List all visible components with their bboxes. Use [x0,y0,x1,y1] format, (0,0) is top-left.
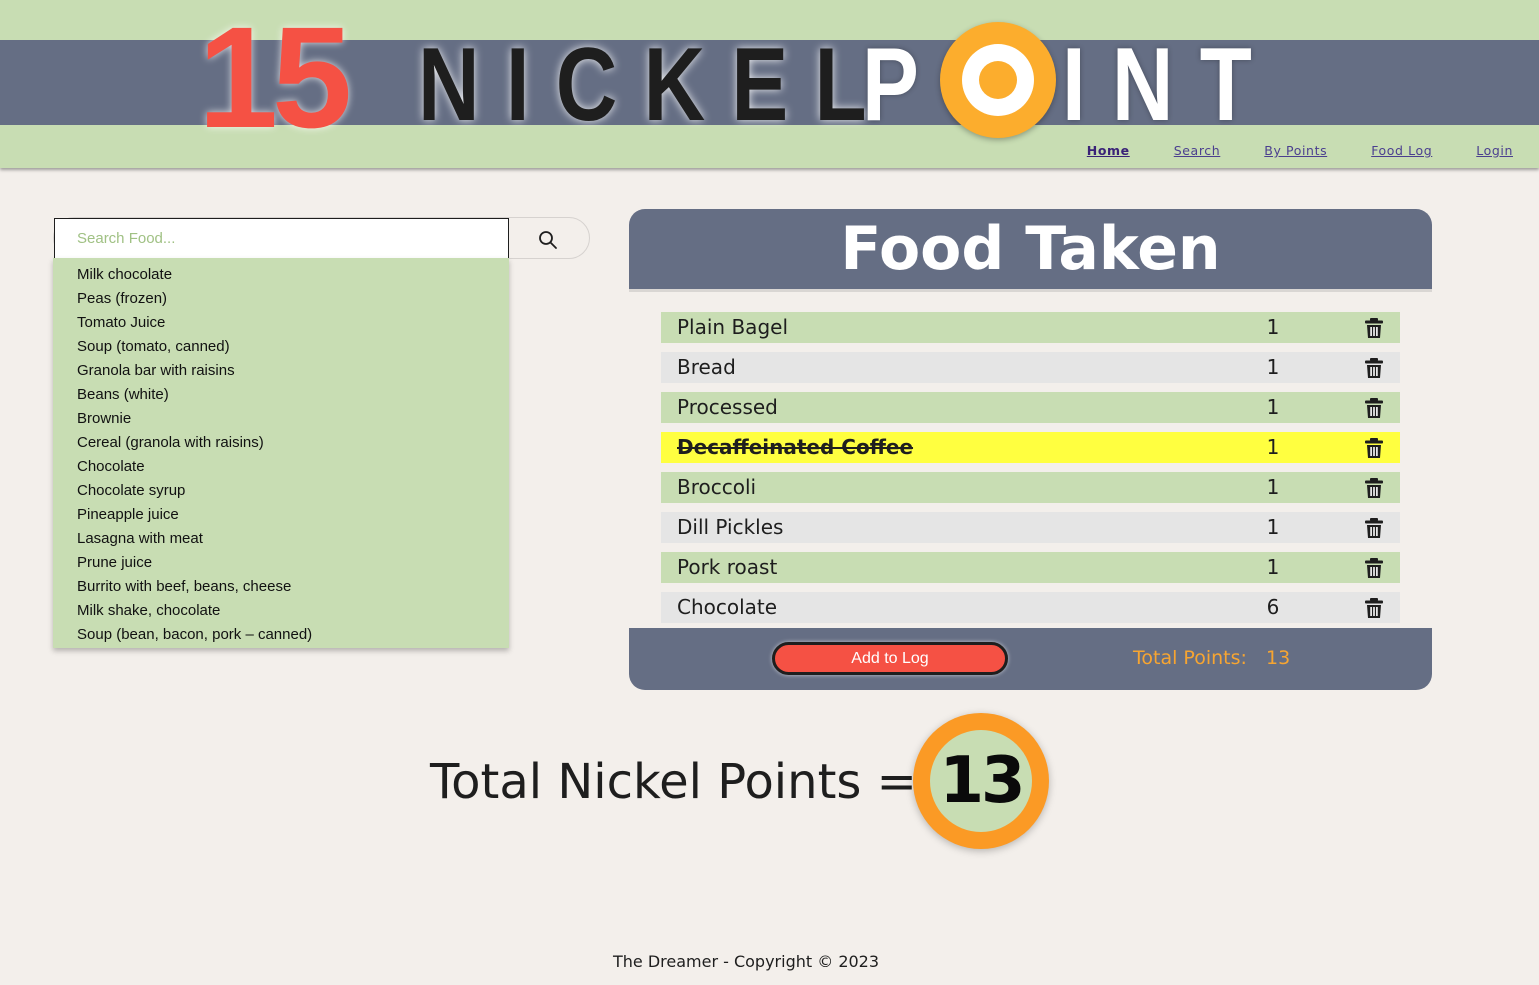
suggestion-item[interactable]: Brownie [53,407,509,431]
search-icon [539,231,557,249]
suggestion-item[interactable]: Peas (frozen) [53,287,509,311]
food-taken-panel: Food Taken Plain Bagel 1 Bread 1 Processed 1 D… [629,209,1432,690]
trash-icon[interactable] [1363,397,1385,419]
total-points-value: 13 [1266,647,1291,669]
site-header: 15 NICKEL P INT Home Search By Points Fo… [0,0,1539,168]
nav-by-points[interactable]: By Points [1264,143,1327,158]
search-input[interactable] [54,218,509,259]
panel-footer: Add to Log Total Points: 13 [629,628,1432,690]
food-name[interactable]: Decaffeinated Coffee [677,432,913,463]
suggestion-item[interactable]: Prune juice [53,551,509,575]
food-row[interactable]: Broccoli 1 [661,472,1400,503]
search-button[interactable] [534,226,562,254]
logo-word-nickel: NICKEL [418,27,893,143]
nav-home[interactable]: Home [1087,143,1130,158]
trash-icon[interactable] [1363,557,1385,579]
add-to-log-button[interactable]: Add to Log [772,642,1008,675]
search-suggestions: Milk chocolate Peas (frozen) Tomato Juice S… [53,258,509,648]
food-name[interactable]: Chocolate [677,592,777,623]
food-list: Plain Bagel 1 Bread 1 Processed 1 Decaffeinate… [629,289,1432,628]
trash-icon[interactable] [1363,437,1385,459]
food-quantity: 1 [1266,475,1280,499]
nav-login[interactable]: Login [1476,143,1513,158]
food-name[interactable]: Broccoli [677,472,756,503]
suggestion-item[interactable]: Beans (white) [53,383,509,407]
food-name[interactable]: Dill Pickles [677,512,783,543]
suggestion-item[interactable]: Soup (tomato, canned) [53,335,509,359]
suggestion-item[interactable]: Pineapple juice [53,503,509,527]
food-row[interactable]: Dill Pickles 1 [661,512,1400,543]
trash-icon[interactable] [1363,477,1385,499]
total-points-label: Total Points: [1133,647,1247,669]
trash-icon[interactable] [1363,597,1385,619]
food-row[interactable]: Chocolate 6 [661,592,1400,623]
total-nickel-points-label: Total Nickel Points = [430,754,917,810]
food-row[interactable]: Bread 1 [661,352,1400,383]
food-row[interactable]: Plain Bagel 1 [661,312,1400,343]
food-quantity: 1 [1266,315,1280,339]
suggestion-item[interactable]: Granola bar with raisins [53,359,509,383]
main-nav: Home Search By Points Food Log Login [1087,143,1513,158]
panel-title: Food Taken [840,214,1221,284]
food-name[interactable]: Plain Bagel [677,312,788,343]
footer-copyright: The Dreamer - Copyright © 2023 [612,952,880,971]
suggestion-item[interactable]: Burrito with beef, beans, cheese [53,575,509,599]
food-name[interactable]: Pork roast [677,552,777,583]
suggestion-item[interactable]: Soup (bean, bacon, pork – canned) [53,623,509,647]
food-quantity: 1 [1266,355,1280,379]
trash-icon[interactable] [1363,317,1385,339]
food-name[interactable]: Bread [677,352,736,383]
logo-ring-icon [940,22,1056,138]
nav-search[interactable]: Search [1174,143,1221,158]
food-row[interactable]: Pork roast 1 [661,552,1400,583]
food-quantity: 1 [1266,395,1280,419]
divider [629,289,1432,292]
food-quantity: 1 [1266,555,1280,579]
suggestion-item[interactable]: Lasagna with meat [53,527,509,551]
logo-number: 15 [198,0,352,158]
food-row[interactable]: Processed 1 [661,392,1400,423]
suggestion-item[interactable]: Chocolate syrup [53,479,509,503]
food-name[interactable]: Processed [677,392,778,423]
suggestion-item[interactable]: Milk chocolate [53,263,509,287]
food-row[interactable]: Decaffeinated Coffee 1 [661,432,1400,463]
logo-word-p: P [862,27,946,143]
search-bar [53,217,590,259]
total-nickel-points-badge: 13 [913,713,1049,849]
trash-icon[interactable] [1363,517,1385,539]
suggestion-item[interactable]: Milk shake, chocolate [53,599,509,623]
trash-icon[interactable] [1363,357,1385,379]
suggestion-item[interactable]: Cereal (granola with raisins) [53,431,509,455]
food-quantity: 6 [1266,595,1280,619]
nav-food-log[interactable]: Food Log [1371,143,1432,158]
food-quantity: 1 [1266,435,1280,459]
food-quantity: 1 [1266,515,1280,539]
suggestion-item[interactable]: Tomato Juice [53,311,509,335]
logo-word-int: INT [1062,27,1279,143]
total-nickel-points-value: 13 [930,730,1032,832]
suggestion-item[interactable]: Chocolate [53,455,509,479]
